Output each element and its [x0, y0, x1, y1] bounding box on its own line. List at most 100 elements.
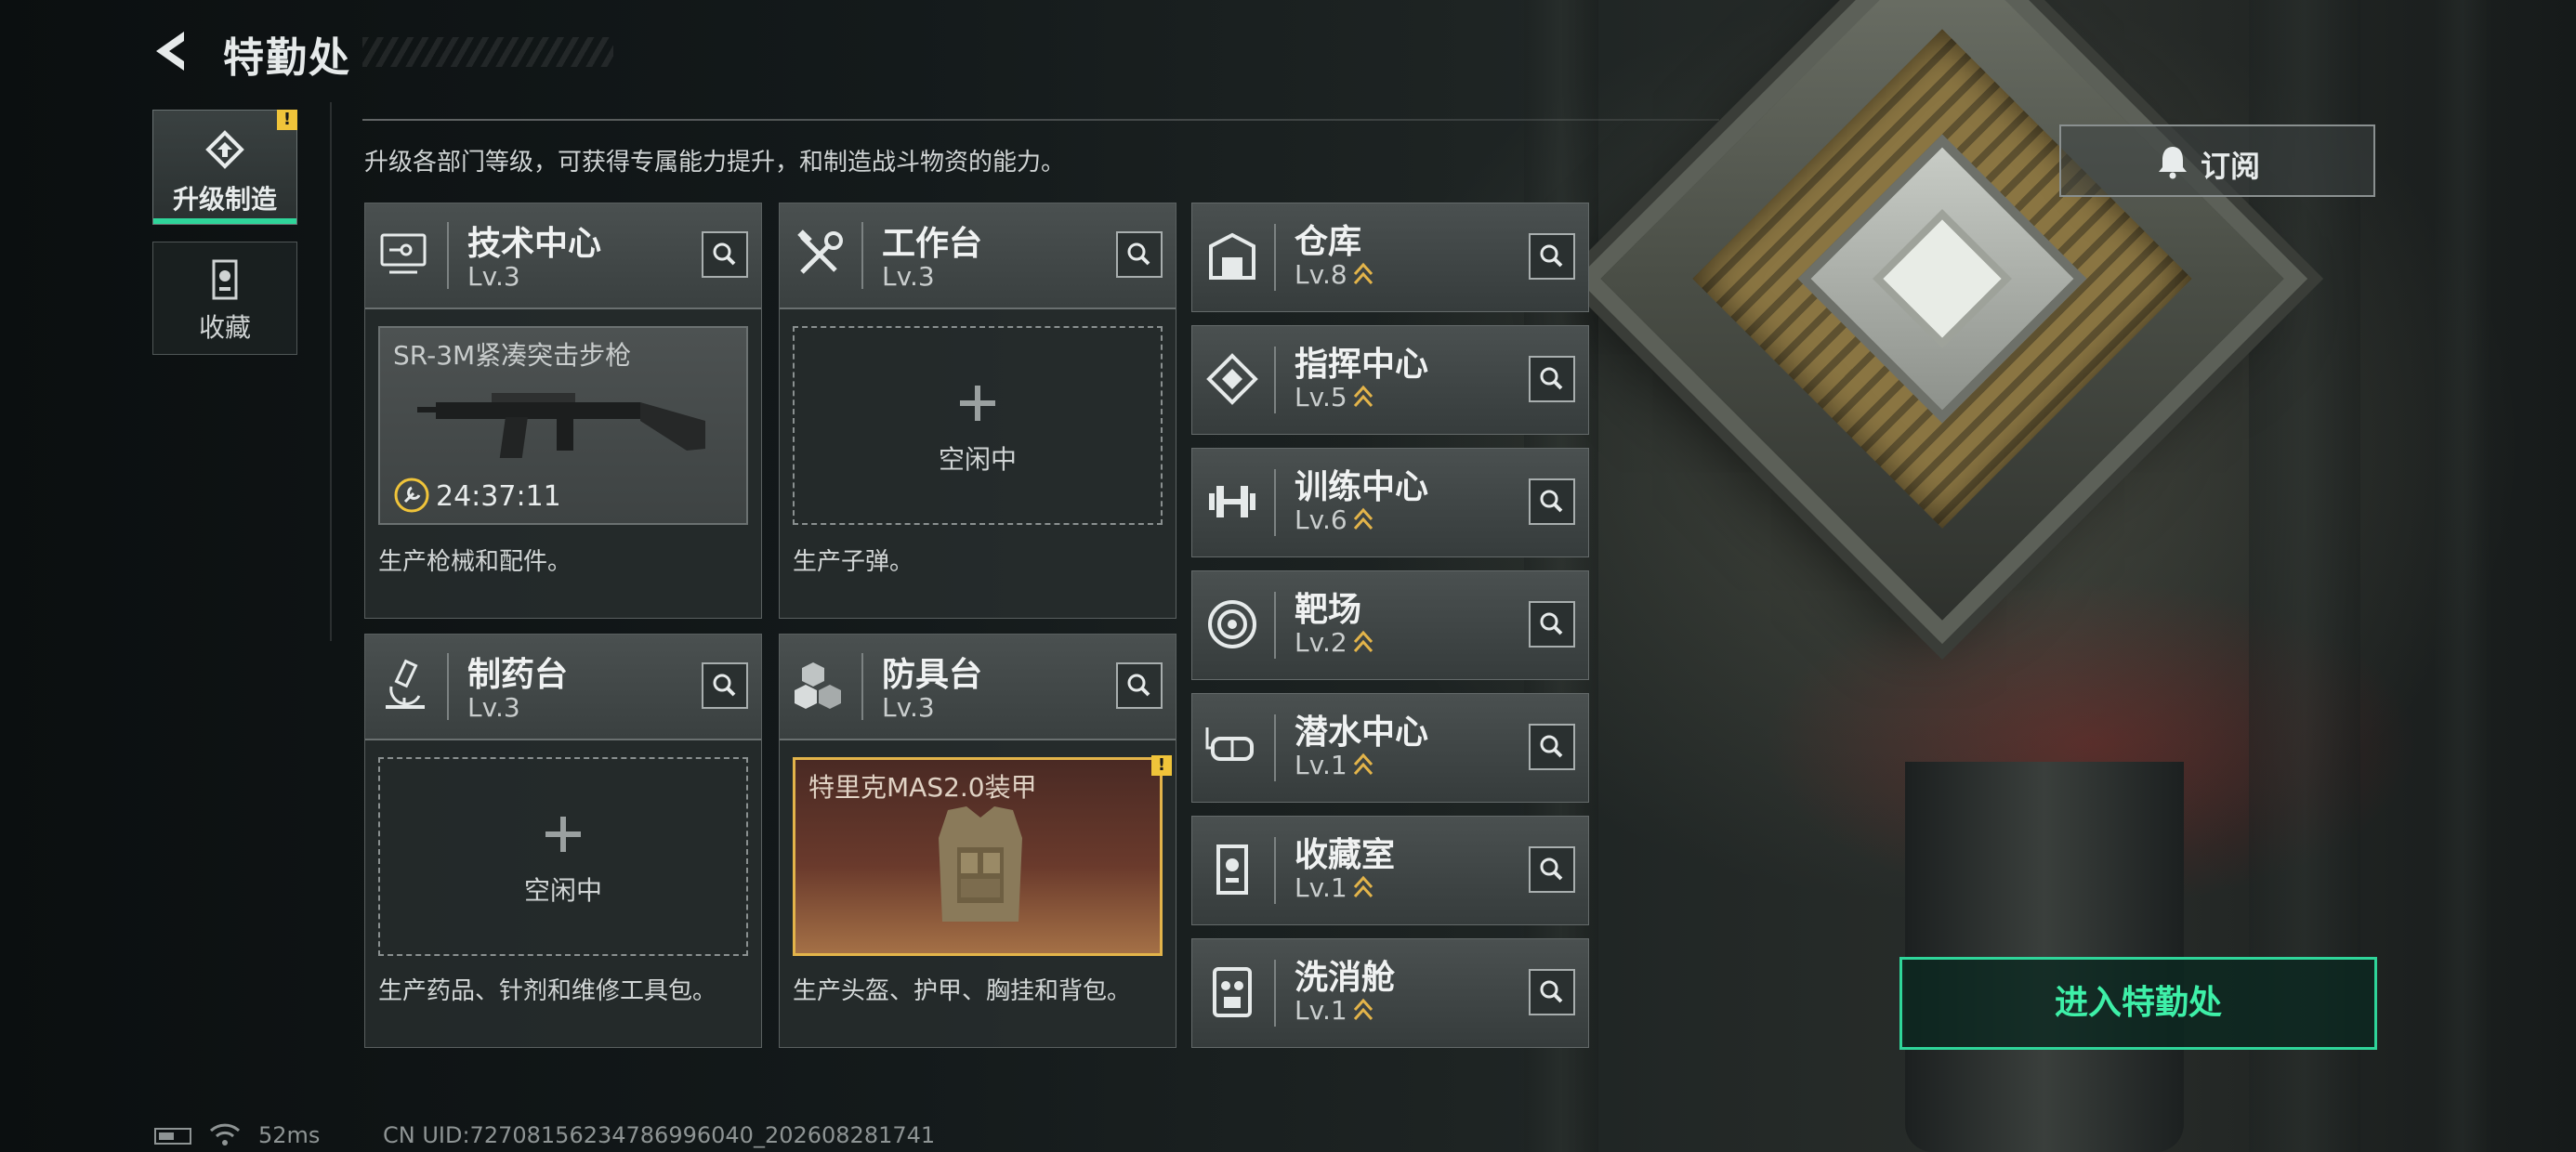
facility-name: 收藏室: [1295, 836, 1396, 874]
facility-name: 洗消舱: [1295, 959, 1396, 997]
facility-level: Lv.6: [1295, 504, 1347, 535]
enter-special-ops-button[interactable]: 进入特勤处: [1899, 957, 2377, 1050]
facility-row-collection-room[interactable]: 收藏室 Lv.1: [1191, 816, 1589, 925]
facility-description: 生产子弹。: [793, 548, 914, 576]
alert-badge: !: [1151, 755, 1172, 776]
facility-level: Lv.3: [882, 261, 935, 292]
search-button[interactable]: [1529, 969, 1575, 1015]
separator: [1274, 837, 1276, 904]
search-button[interactable]: [1529, 478, 1575, 525]
search-button[interactable]: [1529, 846, 1575, 893]
tools-icon: [797, 229, 843, 274]
facility-description: 生产头盔、护甲、胸挂和背包。: [793, 977, 1132, 1005]
facility-level: Lv.8: [1295, 259, 1347, 290]
search-icon: [1540, 980, 1563, 1003]
search-icon: [1540, 244, 1563, 268]
search-icon: [1540, 612, 1563, 635]
active-indicator: [153, 218, 296, 224]
separator: [861, 653, 863, 720]
facility-name: 仓库: [1295, 223, 1362, 261]
wifi-icon: [209, 1123, 241, 1145]
search-icon: [1540, 367, 1563, 390]
armor-vest-image: [939, 806, 1022, 922]
search-button[interactable]: [1529, 233, 1575, 280]
facility-card-tech-center[interactable]: 技术中心 Lv.3 SR-3M紧凑突击步枪 24:37:11 生产枪械和配件。: [364, 203, 762, 619]
search-button[interactable]: [1529, 724, 1575, 770]
search-icon: [713, 242, 736, 266]
ping-value: 52ms: [258, 1122, 321, 1148]
facility-row-shooting-range[interactable]: 靶场 Lv.2: [1191, 570, 1589, 680]
nav-label: 升级制造: [172, 184, 277, 215]
title-decoration: [362, 37, 613, 67]
hazmat-icon: [1213, 967, 1252, 1017]
facility-level-row: Lv.1: [1295, 750, 1373, 780]
level-up-arrow-icon: [1353, 753, 1373, 776]
facility-row-training-center[interactable]: 训练中心 Lv.6: [1191, 448, 1589, 557]
facility-name: 防具台: [882, 656, 983, 694]
diving-mask-icon: [1205, 727, 1254, 761]
search-button[interactable]: [1529, 601, 1575, 648]
production-timer: 24:37:11: [436, 480, 561, 513]
separator: [1274, 592, 1276, 659]
facility-level: Lv.3: [467, 261, 520, 292]
search-icon: [1540, 490, 1563, 513]
level-up-arrow-icon: [1353, 385, 1373, 408]
nav-label: 收藏: [198, 312, 251, 343]
plus-icon: [545, 817, 581, 852]
warehouse-icon: [1209, 232, 1255, 280]
search-button[interactable]: [702, 662, 748, 709]
intro-text: 升级各部门等级，可获得专属能力提升，和制造战斗物资的能力。: [364, 149, 1066, 177]
production-slot[interactable]: 空闲中: [793, 326, 1163, 525]
search-icon: [1540, 735, 1563, 758]
facility-level-row: Lv.5: [1295, 382, 1373, 412]
facility-description: 生产药品、针剂和维修工具包。: [378, 977, 717, 1005]
subscribe-button[interactable]: 订阅: [2059, 124, 2375, 197]
facility-description: 生产枪械和配件。: [378, 548, 572, 576]
plus-icon: [960, 386, 995, 421]
trophy-case-icon: [212, 259, 238, 300]
alert-badge: !: [277, 110, 297, 130]
separator: [1274, 469, 1276, 536]
facility-name: 潜水中心: [1295, 713, 1429, 752]
facility-level-row: Lv.8: [1295, 259, 1373, 290]
production-slot[interactable]: 空闲中: [378, 757, 748, 956]
production-slot[interactable]: SR-3M紧凑突击步枪 24:37:11: [378, 326, 748, 525]
user-uid: CN UID:72708156234786996040_202608281741: [383, 1122, 936, 1148]
facility-card-pharmacy[interactable]: 制药台 Lv.3 空闲中 生产药品、针剂和维修工具包。: [364, 634, 762, 1048]
divider: [362, 119, 1719, 121]
computer-icon: [380, 233, 427, 274]
facility-level-row: Lv.1: [1295, 872, 1373, 903]
facility-card-workbench[interactable]: 工作台 Lv.3 空闲中 生产子弹。: [779, 203, 1176, 619]
facility-name: 工作台: [882, 225, 983, 263]
search-button[interactable]: [1116, 231, 1163, 278]
facility-level-row: Lv.1: [1295, 995, 1373, 1026]
trophy-case-icon: [1216, 844, 1248, 895]
facility-level: Lv.2: [1295, 627, 1347, 658]
blocks-icon: [795, 662, 841, 709]
card-header: 技术中心 Lv.3: [365, 203, 761, 309]
nav-collection[interactable]: 收藏: [152, 242, 297, 355]
back-button[interactable]: [149, 28, 204, 74]
production-slot[interactable]: 特里克MAS2.0装甲: [793, 757, 1163, 956]
search-button[interactable]: [1116, 662, 1163, 709]
upgrade-icon: [205, 130, 244, 169]
facility-row-decon-chamber[interactable]: 洗消舱 Lv.1: [1191, 938, 1589, 1048]
card-header: 制药台 Lv.3: [365, 635, 761, 740]
separator: [1274, 960, 1276, 1027]
facility-row-warehouse[interactable]: 仓库 Lv.8: [1191, 203, 1589, 312]
search-icon: [1127, 674, 1150, 697]
facility-level: Lv.1: [1295, 750, 1347, 780]
facility-row-command-center[interactable]: 指挥中心 Lv.5: [1191, 325, 1589, 435]
level-up-arrow-icon: [1353, 875, 1373, 898]
card-header: 工作台 Lv.3: [780, 203, 1176, 309]
search-button[interactable]: [1529, 356, 1575, 402]
nav-upgrade-manufacture[interactable]: 升级制造: [152, 110, 297, 225]
battery-icon: [154, 1128, 191, 1145]
facility-level: Lv.5: [1295, 382, 1347, 412]
divider: [330, 102, 332, 641]
facility-level: Lv.1: [1295, 872, 1347, 903]
facility-name: 训练中心: [1295, 468, 1429, 506]
search-button[interactable]: [702, 231, 748, 278]
facility-row-diving-center[interactable]: 潜水中心 Lv.1: [1191, 693, 1589, 803]
facility-card-armor-bench[interactable]: 防具台 Lv.3 特里克MAS2.0装甲 ! 生产头盔、护甲、胸挂和背包。: [779, 634, 1176, 1048]
